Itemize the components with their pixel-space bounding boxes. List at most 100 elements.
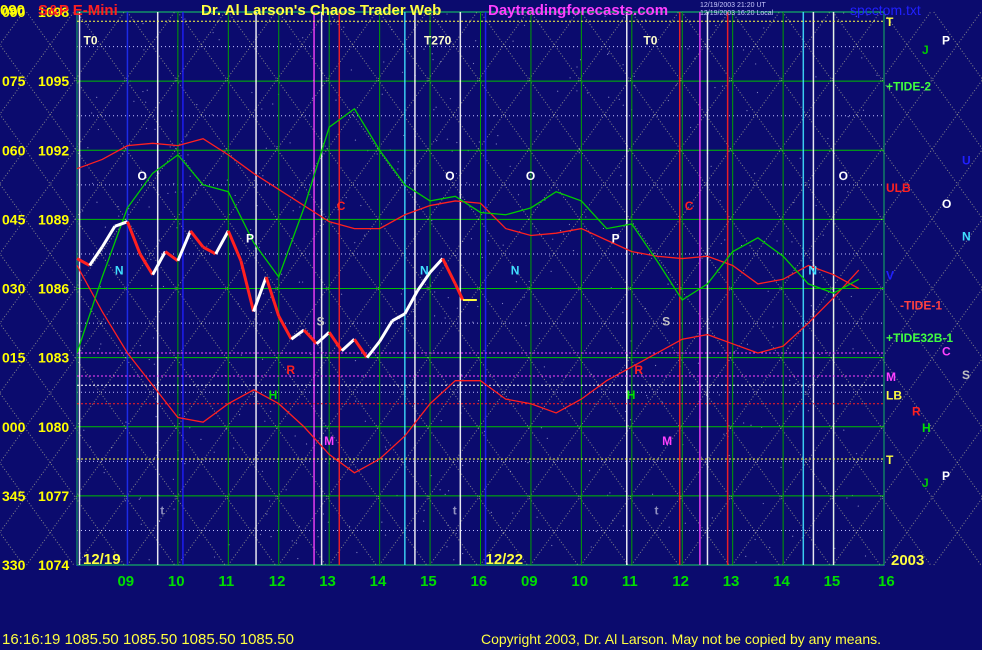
- star-dot: [124, 500, 126, 502]
- star-dot: [118, 215, 120, 217]
- star-dot: [319, 225, 321, 227]
- star-dot: [354, 242, 356, 244]
- star-dot: [807, 393, 809, 395]
- star-dot: [292, 210, 294, 212]
- right-legend-label: ULB: [886, 181, 911, 195]
- star-dot: [184, 462, 186, 465]
- data-file-name: spcctom.txt: [850, 2, 921, 18]
- star-dot: [169, 146, 171, 148]
- timestamp-local: 12/19/2003 16:20 Local: [700, 10, 774, 17]
- star-dot: [83, 429, 85, 431]
- star-dot: [142, 90, 144, 93]
- star-dot: [618, 98, 620, 100]
- star-dot: [145, 101, 147, 103]
- star-dot: [585, 216, 587, 218]
- star-dot: [608, 96, 610, 98]
- y-axis-angle-label: 030: [2, 281, 26, 297]
- star-dot: [433, 109, 435, 111]
- star-dot: [196, 103, 198, 106]
- x-axis-tick-label: 16: [471, 573, 488, 590]
- star-dot: [140, 523, 142, 525]
- star-dot: [745, 555, 747, 558]
- star-dot: [822, 234, 824, 236]
- star-dot: [756, 91, 759, 94]
- star-dot: [843, 429, 845, 431]
- star-dot: [125, 421, 127, 423]
- star-dot: [780, 466, 782, 468]
- star-dot: [791, 241, 793, 243]
- star-dot: [423, 520, 425, 522]
- star-dot: [852, 348, 854, 350]
- star-dot: [697, 362, 700, 364]
- star-dot: [343, 26, 345, 28]
- star-dot: [360, 204, 362, 207]
- star-dot: [742, 49, 745, 51]
- x-axis-tick-label: 14: [370, 573, 387, 590]
- star-dot: [299, 335, 301, 337]
- star-dot: [364, 234, 366, 236]
- planet-label: P: [612, 231, 620, 245]
- star-dot: [150, 258, 152, 261]
- star-dot: [173, 183, 175, 185]
- star-dot: [299, 206, 301, 208]
- right-legend-label: P: [942, 34, 950, 48]
- star-dot: [276, 146, 278, 148]
- right-legend-label: N: [962, 230, 971, 244]
- star-dot: [720, 242, 722, 245]
- chart-symbol-angle-prefix: 090: [0, 2, 26, 19]
- planet-label: H: [269, 388, 278, 402]
- chart-canvas: T0 T270 T0O O O ON N N NP PC CS SR RH HM Mt t t090 109807…: [0, 4, 982, 590]
- copyright-notice: Copyright 2003, Dr. Al Larson. May not b…: [481, 631, 882, 647]
- star-dot: [261, 108, 263, 110]
- year-label: 2003: [891, 552, 924, 569]
- star-dot: [512, 40, 514, 42]
- star-dot: [517, 194, 520, 196]
- star-dot: [266, 513, 268, 515]
- x-axis-tick-label: 12: [269, 573, 286, 590]
- y-axis-price-label: 1083: [38, 350, 69, 366]
- star-dot: [595, 530, 597, 532]
- star-dot: [385, 448, 388, 450]
- right-legend-label: J: [922, 43, 929, 57]
- star-dot: [462, 464, 464, 466]
- star-dot: [525, 325, 527, 327]
- x-axis-tick-label: 10: [168, 573, 185, 590]
- star-dot: [234, 194, 236, 197]
- right-legend-label: O: [942, 197, 951, 211]
- star-dot: [622, 64, 624, 66]
- star-dot: [711, 517, 713, 519]
- star-dot: [98, 348, 101, 350]
- star-dot: [622, 312, 624, 314]
- star-dot: [455, 532, 457, 535]
- star-dot: [302, 281, 304, 283]
- star-dot: [540, 427, 543, 429]
- star-dot: [240, 354, 242, 356]
- star-dot: [250, 229, 252, 231]
- star-dot: [350, 69, 352, 71]
- diagonal-line-down: [882, 11, 982, 150]
- site-link[interactable]: Daytradingforecasts.com: [488, 2, 668, 19]
- star-dot: [189, 427, 191, 429]
- star-dot: [461, 374, 463, 376]
- star-dot: [754, 538, 756, 541]
- star-dot: [99, 286, 101, 288]
- star-dot: [381, 521, 383, 523]
- star-dot: [317, 536, 319, 538]
- planet-label: N: [808, 264, 817, 278]
- star-dot: [533, 112, 535, 114]
- star-dot: [384, 446, 387, 448]
- star-dot: [356, 551, 358, 554]
- star-dot: [864, 555, 867, 557]
- star-dot: [857, 505, 859, 507]
- star-dot: [576, 66, 578, 68]
- star-dot: [550, 270, 552, 273]
- timestamp-ut: 12/19/2003 21:20 UT: [700, 2, 766, 9]
- right-legend-label: V: [886, 269, 894, 283]
- star-dot: [345, 196, 347, 199]
- star-dot: [549, 255, 551, 257]
- star-dot: [590, 546, 592, 548]
- star-dot: [538, 337, 540, 340]
- star-dot: [82, 210, 84, 212]
- star-dot: [755, 63, 757, 65]
- star-dot: [97, 128, 99, 131]
